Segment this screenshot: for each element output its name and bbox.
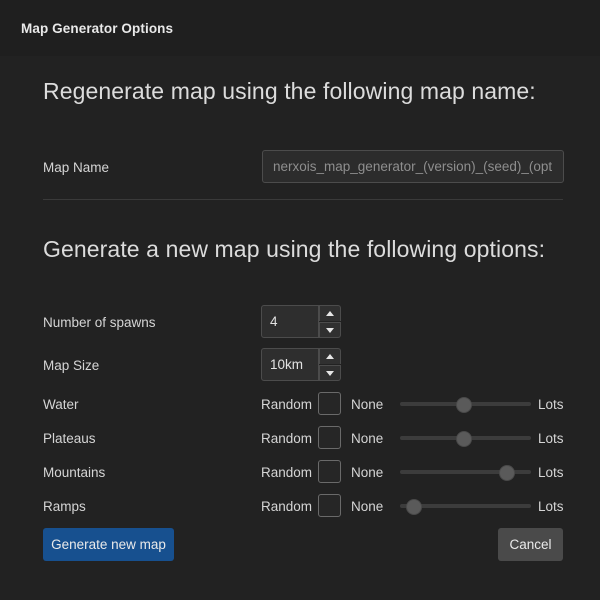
number-of-spawns-stepper[interactable] bbox=[319, 305, 341, 338]
number-of-spawns-value[interactable]: 4 bbox=[261, 305, 319, 338]
water-label: Water bbox=[43, 397, 79, 412]
water-random-label: Random bbox=[261, 397, 313, 412]
generate-section-heading: Generate a new map using the following o… bbox=[43, 236, 546, 262]
triangle-down-icon[interactable] bbox=[319, 365, 341, 381]
ramps-slider-thumb[interactable] bbox=[406, 499, 423, 515]
ramps-min-label: None bbox=[351, 499, 384, 514]
generate-new-map-button[interactable]: Generate new map bbox=[43, 528, 174, 561]
map-size-label: Map Size bbox=[43, 358, 100, 373]
cancel-button[interactable]: Cancel bbox=[498, 528, 563, 561]
mountains-random-checkbox[interactable] bbox=[318, 460, 341, 483]
map-name-label: Map Name bbox=[43, 160, 110, 175]
mountains-random-label: Random bbox=[261, 465, 313, 480]
plateaus-slider[interactable] bbox=[400, 429, 531, 447]
section-divider bbox=[43, 199, 563, 200]
plateaus-slider-thumb[interactable] bbox=[455, 431, 472, 447]
regenerate-section-heading: Regenerate map using the following map n… bbox=[43, 78, 536, 104]
map-size-value[interactable]: 10km bbox=[261, 348, 319, 381]
mountains-slider-thumb[interactable] bbox=[499, 465, 516, 481]
water-min-label: None bbox=[351, 397, 384, 412]
map-size-stepper[interactable] bbox=[319, 348, 341, 381]
water-max-label: Lots bbox=[538, 397, 564, 412]
plateaus-max-label: Lots bbox=[538, 431, 564, 446]
ramps-max-label: Lots bbox=[538, 499, 564, 514]
ramps-slider[interactable] bbox=[400, 497, 531, 515]
number-of-spawns-label: Number of spawns bbox=[43, 315, 156, 330]
water-slider-thumb[interactable] bbox=[455, 397, 472, 413]
plateaus-random-label: Random bbox=[261, 431, 313, 446]
triangle-up-icon[interactable] bbox=[319, 305, 341, 321]
plateaus-label: Plateaus bbox=[43, 431, 96, 446]
ramps-random-checkbox[interactable] bbox=[318, 494, 341, 517]
triangle-up-icon[interactable] bbox=[319, 348, 341, 364]
mountains-label: Mountains bbox=[43, 465, 106, 480]
map-name-input[interactable] bbox=[262, 150, 564, 183]
mountains-min-label: None bbox=[351, 465, 384, 480]
water-random-checkbox[interactable] bbox=[318, 392, 341, 415]
water-slider[interactable] bbox=[400, 395, 531, 413]
mountains-max-label: Lots bbox=[538, 465, 564, 480]
plateaus-random-checkbox[interactable] bbox=[318, 426, 341, 449]
window-titlebar: Map Generator Options bbox=[0, 0, 600, 56]
plateaus-min-label: None bbox=[351, 431, 384, 446]
ramps-label: Ramps bbox=[43, 499, 86, 514]
triangle-down-icon[interactable] bbox=[319, 322, 341, 338]
window-title: Map Generator Options bbox=[21, 21, 174, 36]
ramps-random-label: Random bbox=[261, 499, 313, 514]
mountains-slider[interactable] bbox=[400, 463, 531, 481]
